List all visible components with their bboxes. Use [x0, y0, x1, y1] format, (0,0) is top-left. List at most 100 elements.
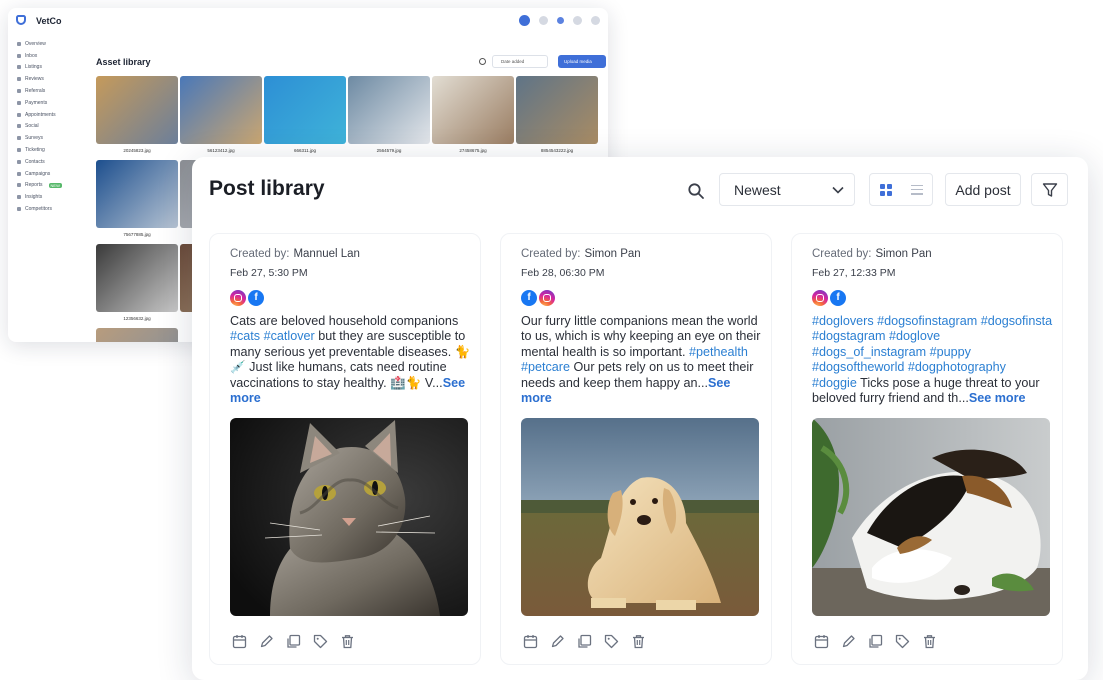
search-icon[interactable] — [687, 182, 705, 200]
grid-view-icon[interactable] — [879, 183, 892, 196]
post-meta: Created by: Mannuel Lan Feb 27, 5:30 PM — [230, 248, 360, 279]
add-post-button[interactable]: Add post — [945, 173, 1021, 206]
upload-media-button[interactable]: Upload media — [558, 55, 606, 68]
asset-thumbnail — [96, 244, 178, 312]
appointments-icon — [17, 112, 21, 117]
duplicate-icon[interactable] — [868, 634, 883, 649]
asset-search-icon[interactable] — [479, 58, 486, 65]
surveys-icon — [17, 136, 21, 141]
sidebar-item-surveys[interactable]: Surveys — [8, 132, 88, 144]
asset-thumbnail — [516, 76, 598, 144]
asset-sidebar: Overview Inbox Listings Reviews Referral… — [8, 38, 88, 342]
sidebar-item-inbox[interactable]: Inbox — [8, 50, 88, 62]
sidebar-item-insights[interactable]: Insights — [8, 191, 88, 203]
topbar-icons — [519, 15, 600, 26]
filter-button[interactable] — [1031, 173, 1068, 206]
post-card[interactable]: Created by: Simon Pan Feb 28, 06:30 PM f … — [500, 233, 772, 665]
calendar-icon[interactable] — [523, 634, 538, 649]
notifications-icon[interactable] — [557, 17, 564, 24]
signal-icon[interactable] — [573, 16, 582, 25]
new-badge: NEW — [48, 182, 62, 188]
sidebar-item-listings[interactable]: Listings — [8, 62, 88, 74]
asset-tile[interactable] — [96, 328, 178, 342]
post-author: Simon Pan — [584, 248, 641, 260]
hashtag-link[interactable]: #petcare — [521, 360, 570, 374]
post-date: Feb 27, 12:33 PM — [812, 267, 896, 279]
see-more-link[interactable]: See more — [969, 391, 1026, 405]
sidebar-item-ticketing[interactable]: Ticketing — [8, 144, 88, 156]
post-actions — [232, 634, 355, 649]
hashtag-link[interactable]: #pethealth — [689, 345, 748, 359]
listings-icon — [17, 65, 21, 70]
channel-icons: f — [521, 290, 555, 306]
payments-icon — [17, 100, 21, 105]
sidebar-item-reviews[interactable]: Reviews — [8, 73, 88, 85]
post-actions — [814, 634, 937, 649]
asset-tile[interactable]: 12356632.jpg — [96, 244, 178, 321]
trash-icon[interactable] — [922, 634, 937, 649]
tag-icon[interactable] — [313, 634, 328, 649]
post-date: Feb 28, 06:30 PM — [521, 267, 605, 279]
asset-tile[interactable]: 8854543222.jpg — [516, 76, 598, 153]
sidebar-item-campaigns[interactable]: Campaigns — [8, 168, 88, 180]
facebook-icon: f — [248, 290, 264, 306]
sidebar-item-competitors[interactable]: Competitors — [8, 203, 88, 215]
facebook-icon: f — [521, 290, 537, 306]
edit-icon[interactable] — [550, 634, 565, 649]
asset-thumbnail — [432, 76, 514, 144]
page-title: Post library — [209, 177, 325, 200]
help-icon[interactable] — [591, 16, 600, 25]
asset-tile[interactable]: 75677885.jpg — [96, 160, 178, 237]
sidebar-item-social[interactable]: Social — [8, 121, 88, 133]
ticketing-icon — [17, 148, 21, 153]
post-actions — [523, 634, 646, 649]
hashtag-link[interactable]: #catlover — [264, 329, 315, 343]
sidebar-item-overview[interactable]: Overview — [8, 38, 88, 50]
brand-name: VetCo — [36, 16, 62, 26]
instagram-icon — [230, 290, 246, 306]
asset-tile[interactable]: 2564579.jpg — [348, 76, 430, 153]
apps-icon[interactable] — [539, 16, 548, 25]
asset-thumbnail — [180, 76, 262, 144]
tag-icon[interactable] — [895, 634, 910, 649]
social-icon — [17, 124, 21, 129]
duplicate-icon[interactable] — [286, 634, 301, 649]
post-text: Our furry little companions mean the wor… — [521, 314, 761, 406]
edit-icon[interactable] — [841, 634, 856, 649]
sidebar-item-contacts[interactable]: Contacts — [8, 156, 88, 168]
user-avatar-icon[interactable] — [519, 15, 530, 26]
sort-value: Newest — [734, 182, 781, 198]
asset-tile[interactable]: 20245823.jpg — [96, 76, 178, 153]
view-toggle — [869, 173, 933, 206]
asset-library-title: Asset library — [96, 57, 151, 67]
created-by-label: Created by: — [521, 248, 581, 260]
post-meta: Created by: Simon Pan Feb 27, 12:33 PM — [812, 248, 932, 279]
sidebar-item-appointments[interactable]: Appointments — [8, 109, 88, 121]
sidebar-item-reports[interactable]: Reports NEW — [8, 180, 88, 192]
asset-tile[interactable]: 56123412.jpg — [180, 76, 262, 153]
tag-icon[interactable] — [604, 634, 619, 649]
trash-icon[interactable] — [340, 634, 355, 649]
post-card[interactable]: Created by: Simon Pan Feb 27, 12:33 PM f … — [791, 233, 1063, 665]
asset-tile[interactable]: 666311.jpg — [264, 76, 346, 153]
asset-sort-dropdown[interactable]: Date added — [492, 55, 548, 68]
edit-icon[interactable] — [259, 634, 274, 649]
sort-dropdown[interactable]: Newest — [719, 173, 855, 206]
campaigns-icon — [17, 171, 21, 176]
calendar-icon[interactable] — [814, 634, 829, 649]
asset-topbar: VetCo — [8, 8, 608, 34]
post-card[interactable]: Created by: Mannuel Lan Feb 27, 5:30 PM f… — [209, 233, 481, 665]
calendar-icon[interactable] — [232, 634, 247, 649]
asset-tile[interactable]: 27458675.jpg — [432, 76, 514, 153]
post-author: Mannuel Lan — [293, 248, 360, 260]
sidebar-item-referrals[interactable]: Referrals — [8, 85, 88, 97]
vetco-logo-icon — [16, 15, 26, 25]
post-meta: Created by: Simon Pan Feb 28, 06:30 PM — [521, 248, 641, 279]
trash-icon[interactable] — [631, 634, 646, 649]
hashtag-link[interactable]: #cats — [230, 329, 260, 343]
list-view-icon[interactable] — [910, 184, 923, 195]
cat-photo — [230, 418, 468, 616]
duplicate-icon[interactable] — [577, 634, 592, 649]
competitors-icon — [17, 207, 21, 212]
sidebar-item-payments[interactable]: Payments — [8, 97, 88, 109]
